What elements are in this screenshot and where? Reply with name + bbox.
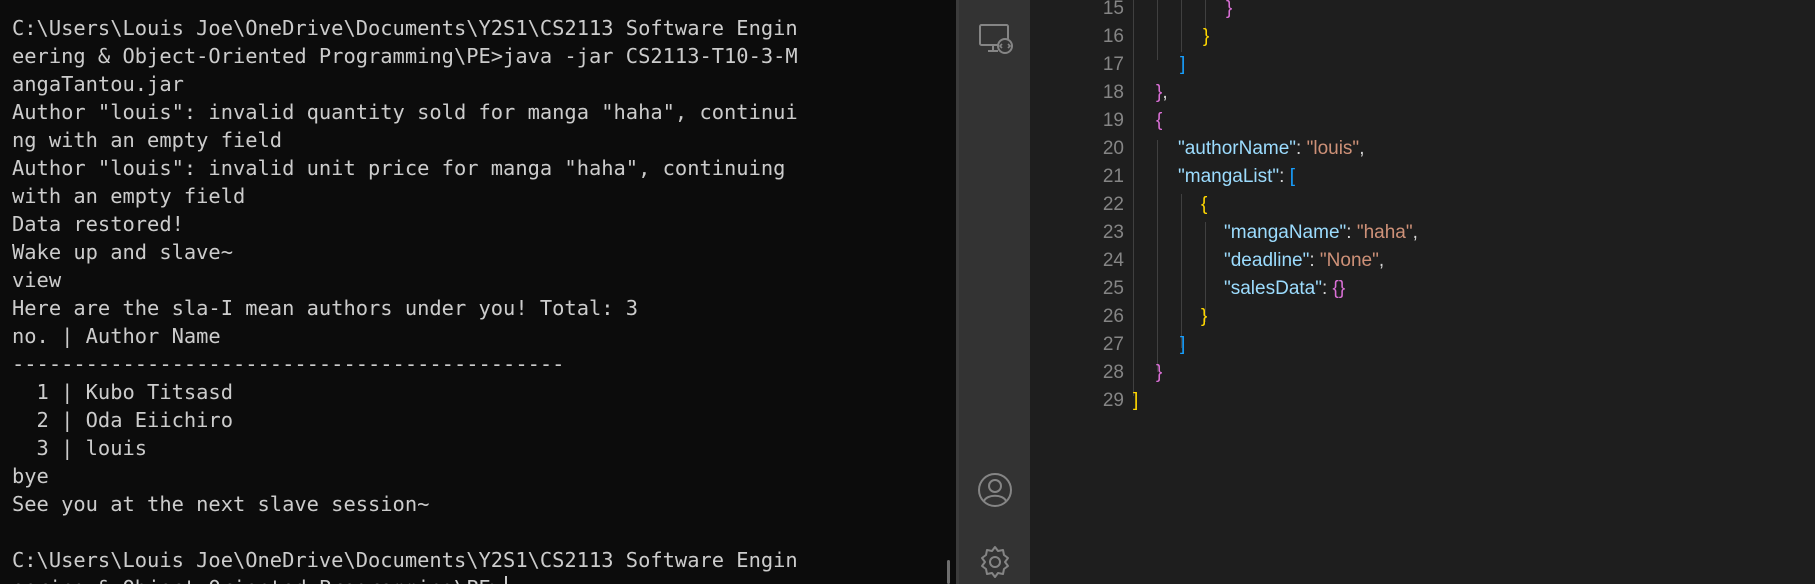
line-number: 29 bbox=[1102, 390, 1124, 411]
terminal-line: Author "louis": invalid quantity sold fo… bbox=[12, 100, 798, 124]
code-line: 29 ] bbox=[1030, 387, 1815, 415]
line-number: 25 bbox=[1102, 278, 1124, 299]
terminal-cursor bbox=[505, 576, 508, 584]
json-bracket: ] bbox=[1180, 54, 1186, 75]
json-key: "deadline" bbox=[1224, 250, 1310, 271]
code-line: 18 }, bbox=[1030, 79, 1815, 107]
line-number: 21 bbox=[1102, 166, 1124, 187]
activity-bar bbox=[959, 0, 1030, 584]
line-number: 17 bbox=[1102, 54, 1124, 75]
line-number: 27 bbox=[1102, 334, 1124, 355]
json-key: "salesData" bbox=[1224, 278, 1322, 299]
json-comma: , bbox=[1162, 82, 1168, 103]
json-colon: : bbox=[1296, 138, 1307, 159]
json-key: "authorName" bbox=[1178, 138, 1297, 159]
terminal-line: no. | Author Name bbox=[12, 324, 221, 348]
terminal-line: bye bbox=[12, 464, 49, 488]
json-colon: : bbox=[1346, 222, 1357, 243]
code-line: 27 ] bbox=[1030, 331, 1815, 359]
json-comma: , bbox=[1359, 138, 1365, 159]
line-number: 19 bbox=[1102, 110, 1124, 131]
json-string: "None" bbox=[1319, 250, 1379, 271]
terminal-line: with an empty field bbox=[12, 184, 246, 208]
terminal-line: ng with an empty field bbox=[12, 128, 283, 152]
account-icon[interactable] bbox=[976, 471, 1014, 509]
code-line: 17 ] bbox=[1030, 51, 1815, 79]
terminal-line: C:\Users\Louis Joe\OneDrive\Documents\Y2… bbox=[12, 548, 798, 572]
code-line: 28 } bbox=[1030, 359, 1815, 387]
json-string: "haha" bbox=[1356, 222, 1413, 243]
code-line: 24 "deadline": "None", bbox=[1030, 247, 1815, 275]
json-brace: } bbox=[1203, 26, 1210, 47]
terminal-scrollbar[interactable] bbox=[947, 560, 950, 584]
json-colon: : bbox=[1309, 250, 1320, 271]
json-string: "louis" bbox=[1306, 138, 1360, 159]
json-brace: { bbox=[1201, 194, 1208, 215]
line-number: 15 bbox=[1102, 0, 1124, 19]
json-empty-object: {} bbox=[1332, 278, 1346, 299]
json-bracket: [ bbox=[1289, 166, 1295, 187]
json-brace: { bbox=[1156, 110, 1163, 131]
json-bracket: ] bbox=[1180, 334, 1186, 355]
settings-gear-icon[interactable] bbox=[976, 543, 1014, 581]
terminal-line: 1 | Kubo Titsasd bbox=[12, 380, 233, 404]
code-line: 19 { bbox=[1030, 107, 1815, 135]
line-number: 28 bbox=[1102, 362, 1124, 383]
terminal-line: view bbox=[12, 268, 62, 292]
terminal-line: See you at the next slave session~ bbox=[12, 492, 430, 516]
remote-explorer-icon[interactable] bbox=[976, 20, 1014, 58]
terminal-line: angaTantou.jar bbox=[12, 72, 184, 96]
line-number: 24 bbox=[1102, 250, 1124, 271]
code-line: 26 } bbox=[1030, 303, 1815, 331]
line-number: 22 bbox=[1102, 194, 1124, 215]
code-editor[interactable]: 15 } 16 } 17 ] 18 }, 19 { 20 "authorName… bbox=[1030, 0, 1815, 584]
terminal-output: C:\Users\Louis Joe\OneDrive\Documents\Y2… bbox=[12, 14, 798, 584]
json-colon: : bbox=[1279, 166, 1290, 187]
code-line: 21 "mangaList": [ bbox=[1030, 163, 1815, 191]
code-line: 20 "authorName": "louis", bbox=[1030, 135, 1815, 163]
terminal-line: Wake up and slave~ bbox=[12, 240, 233, 264]
terminal-line: 2 | Oda Eiichiro bbox=[12, 408, 233, 432]
line-number: 16 bbox=[1102, 26, 1124, 47]
code-line: 22 { bbox=[1030, 191, 1815, 219]
terminal-line: 3 | louis bbox=[12, 436, 148, 460]
json-key: "mangaName" bbox=[1224, 222, 1347, 243]
json-brace: } bbox=[1201, 306, 1208, 327]
terminal-pane[interactable]: C:\Users\Louis Joe\OneDrive\Documents\Y2… bbox=[0, 0, 956, 584]
json-brace: } bbox=[1156, 362, 1163, 383]
line-number: 18 bbox=[1102, 82, 1124, 103]
line-number: 20 bbox=[1102, 138, 1124, 159]
terminal-line: C:\Users\Louis Joe\OneDrive\Documents\Y2… bbox=[12, 16, 798, 40]
code-line: 23 "mangaName": "haha", bbox=[1030, 219, 1815, 247]
code-line: 15 } bbox=[1030, 0, 1815, 23]
terminal-line: ----------------------------------------… bbox=[12, 352, 565, 376]
terminal-line: eering & Object-Oriented Programming\PE>… bbox=[12, 44, 798, 68]
line-number: 23 bbox=[1102, 222, 1124, 243]
terminal-line: Data restored! bbox=[12, 212, 184, 236]
code-line: 25 "salesData": {} bbox=[1030, 275, 1815, 303]
terminal-line: Author "louis": invalid unit price for m… bbox=[12, 156, 786, 180]
terminal-prompt-line[interactable]: eering & Object-Oriented Programming\PE> bbox=[12, 574, 798, 584]
code-line: 16 } bbox=[1030, 23, 1815, 51]
json-brace: } bbox=[1226, 0, 1233, 19]
terminal-line: Here are the sla-I mean authors under yo… bbox=[12, 296, 639, 320]
terminal-prompt: eering & Object-Oriented Programming\PE> bbox=[12, 576, 503, 584]
line-number: 26 bbox=[1102, 306, 1124, 327]
json-colon: : bbox=[1321, 278, 1333, 299]
json-bracket: ] bbox=[1133, 390, 1139, 411]
json-comma: , bbox=[1412, 222, 1418, 243]
json-comma: , bbox=[1378, 250, 1385, 271]
json-key: "mangaList" bbox=[1178, 166, 1280, 187]
